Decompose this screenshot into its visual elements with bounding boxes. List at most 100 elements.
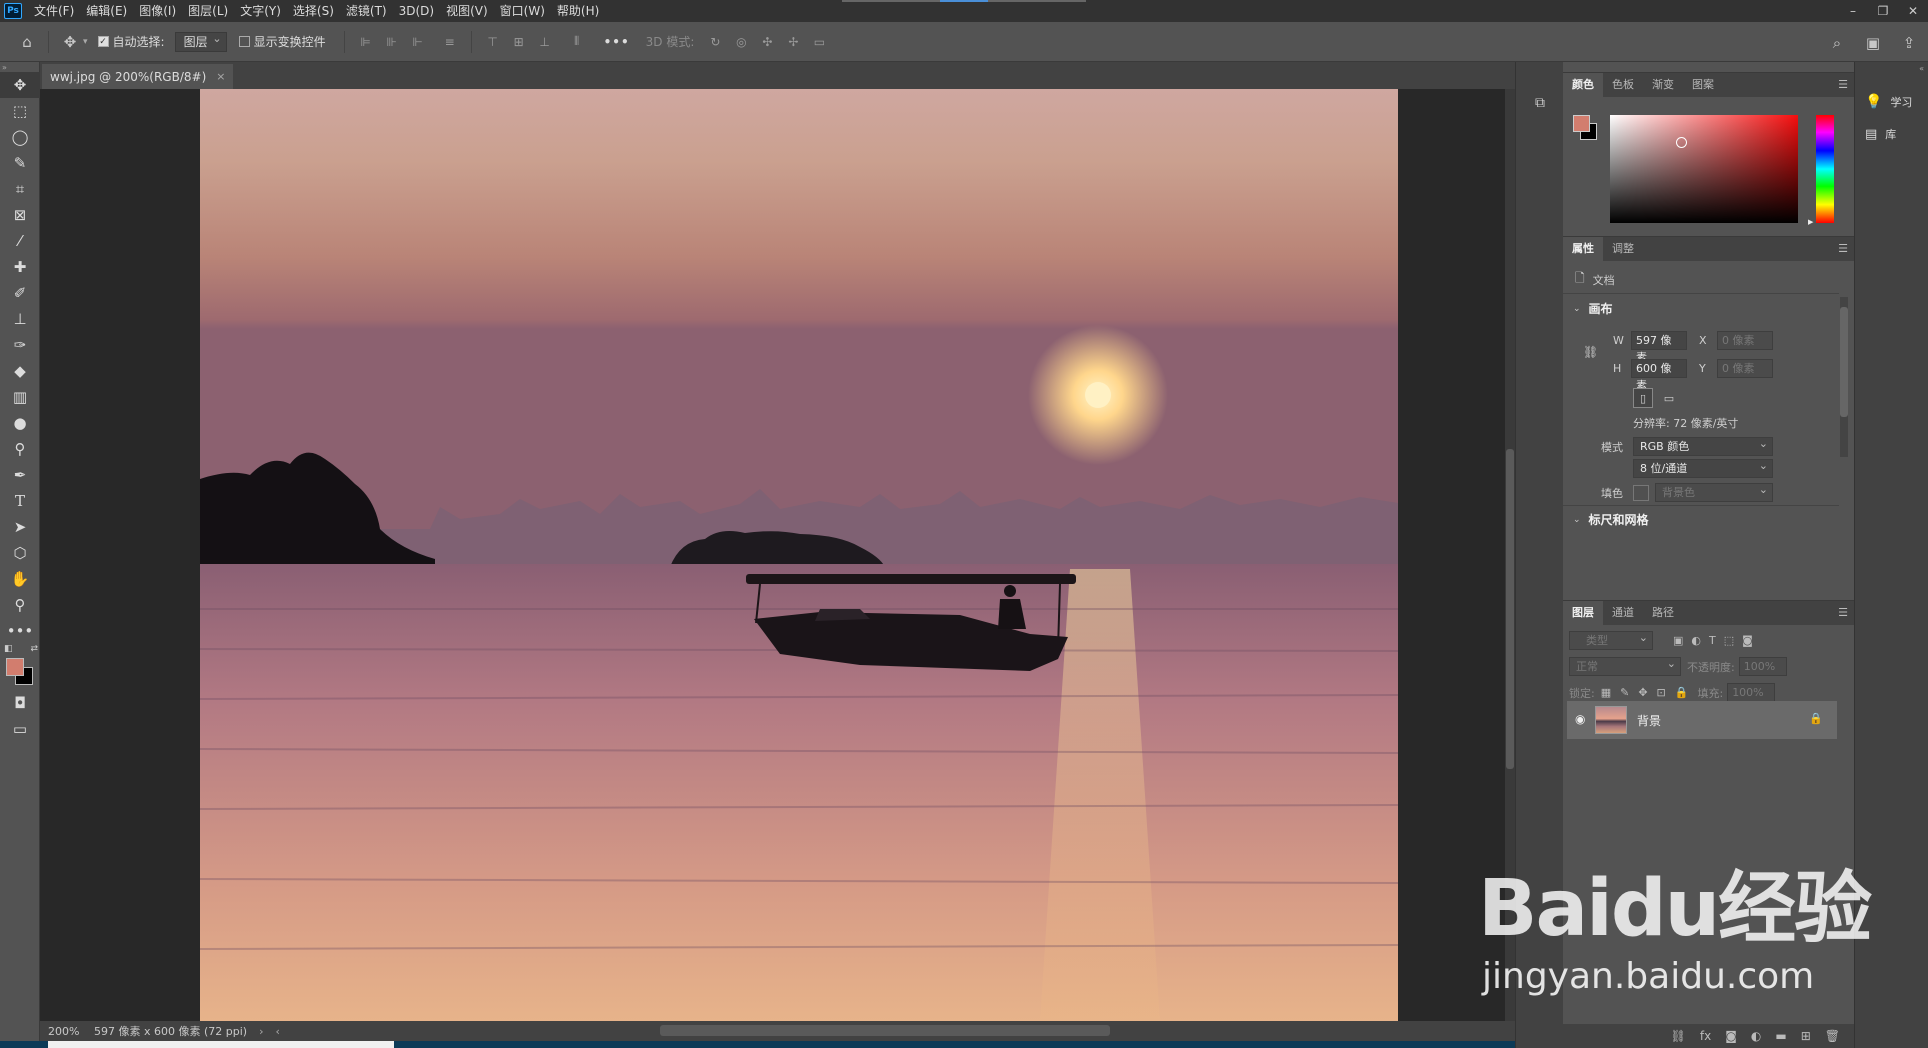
- hand-tool-icon[interactable]: ✋: [0, 566, 40, 592]
- swap-colors-icon[interactable]: ◧ ⇄: [4, 644, 38, 654]
- tab-properties[interactable]: 属性: [1563, 237, 1603, 261]
- eyedropper-tool-icon[interactable]: ⁄: [0, 228, 40, 254]
- align-middle-v-icon[interactable]: ⊞: [508, 31, 530, 53]
- hue-marker-icon[interactable]: ▶: [1808, 218, 1813, 226]
- zoom-level[interactable]: 200%: [40, 1025, 84, 1038]
- blend-mode-dropdown[interactable]: 正常: [1569, 655, 1681, 676]
- menu-view[interactable]: 视图(V): [440, 0, 494, 22]
- history-brush-tool-icon[interactable]: ✑: [0, 332, 40, 358]
- lock-icons[interactable]: ▦✎✥⊡🔒: [1601, 686, 1698, 699]
- gradient-tool-icon[interactable]: ▥: [0, 384, 40, 410]
- close-tab-icon[interactable]: ×: [216, 70, 225, 83]
- auto-select-target-dropdown[interactable]: 图层: [174, 30, 227, 52]
- x-field[interactable]: 0 像素: [1717, 331, 1773, 350]
- show-transform-checkbox[interactable]: [238, 36, 250, 47]
- layer-name[interactable]: 背景: [1637, 712, 1661, 729]
- healing-brush-tool-icon[interactable]: ✚: [0, 254, 40, 280]
- link-dimensions-icon[interactable]: ⛓: [1583, 345, 1598, 359]
- new-group-icon[interactable]: ▬: [1775, 1029, 1786, 1043]
- more-options-icon[interactable]: •••: [604, 35, 630, 49]
- roll-3d-icon[interactable]: ◎: [730, 31, 752, 53]
- blur-tool-icon[interactable]: ●: [0, 410, 40, 436]
- menu-window[interactable]: 窗口(W): [494, 0, 551, 22]
- new-layer-icon[interactable]: ⊞: [1801, 1029, 1811, 1043]
- align-bottom-icon[interactable]: ⊥: [534, 31, 556, 53]
- fill-color-swatch[interactable]: [1633, 484, 1649, 501]
- vertical-scroll-thumb[interactable]: [1506, 449, 1514, 769]
- share-icon[interactable]: ⇪: [1896, 30, 1922, 56]
- tab-paths[interactable]: 路径: [1643, 601, 1683, 625]
- lasso-tool-icon[interactable]: ◯: [0, 124, 40, 150]
- tab-layers[interactable]: 图层: [1563, 601, 1603, 625]
- landscape-icon[interactable]: ▭: [1659, 388, 1679, 408]
- tab-channels[interactable]: 通道: [1603, 601, 1643, 625]
- color-picker-cursor[interactable]: [1676, 137, 1687, 148]
- collapse-dock-icon[interactable]: «: [1855, 62, 1928, 86]
- canvas-area[interactable]: [40, 89, 1510, 1021]
- width-field[interactable]: 597 像素: [1631, 331, 1687, 364]
- collapse-toolbar-icon[interactable]: »: [2, 63, 7, 72]
- tab-adjustments[interactable]: 调整: [1603, 237, 1643, 261]
- edit-toolbar-icon[interactable]: •••: [0, 618, 40, 644]
- layer-filter-dropdown[interactable]: 类型: [1569, 629, 1653, 650]
- foreground-color-swatch[interactable]: [6, 658, 24, 676]
- fill-opacity-field[interactable]: 100%: [1727, 683, 1776, 702]
- add-mask-icon[interactable]: ◙: [1725, 1029, 1737, 1043]
- height-field[interactable]: 600 像素: [1631, 359, 1687, 392]
- menu-layer[interactable]: 图层(L): [182, 0, 234, 22]
- menu-select[interactable]: 选择(S): [287, 0, 340, 22]
- preset-chevron-down-icon[interactable]: ▾: [83, 37, 88, 47]
- properties-scrollbar[interactable]: [1840, 297, 1848, 457]
- status-arrow-icon[interactable]: ›: [259, 1025, 263, 1038]
- menu-edit[interactable]: 编辑(E): [80, 0, 133, 22]
- path-select-tool-icon[interactable]: ➤: [0, 514, 40, 540]
- search-icon[interactable]: ⌕: [1824, 30, 1850, 56]
- move-tool-icon[interactable]: ✥: [0, 72, 40, 98]
- history-panel-icon[interactable]: ⧉: [1516, 86, 1564, 120]
- menu-filter[interactable]: 滤镜(T): [340, 0, 393, 22]
- frame-tool-icon[interactable]: ⊠: [0, 202, 40, 228]
- dodge-tool-icon[interactable]: ⚲: [0, 436, 40, 462]
- clone-stamp-tool-icon[interactable]: ⊥: [0, 306, 40, 332]
- properties-scroll-thumb[interactable]: [1840, 307, 1848, 417]
- link-layers-icon[interactable]: ⛓: [1671, 1029, 1686, 1043]
- zoom-tool-icon[interactable]: ⚲: [0, 592, 40, 618]
- rulers-section-header[interactable]: ⌄ 标尺和网格: [1573, 511, 1649, 528]
- panel-menu-icon[interactable]: ☰: [1838, 78, 1848, 91]
- document-image[interactable]: [200, 89, 1398, 1021]
- opacity-field[interactable]: 100%: [1738, 657, 1787, 676]
- layer-row[interactable]: ◉ 背景 🔒: [1567, 701, 1837, 739]
- fx-icon[interactable]: fx: [1700, 1029, 1711, 1043]
- taskbar-item[interactable]: [48, 1041, 394, 1048]
- learn-panel-button[interactable]: 💡 学习: [1855, 86, 1928, 118]
- y-field[interactable]: 0 像素: [1717, 359, 1773, 378]
- menu-file[interactable]: 文件(F): [28, 0, 80, 22]
- color-picker-field[interactable]: [1610, 115, 1798, 223]
- screen-mode-icon[interactable]: ▭: [0, 716, 40, 742]
- horizontal-scroll-thumb[interactable]: [660, 1025, 1110, 1036]
- workspace-icon[interactable]: ▣: [1860, 30, 1886, 56]
- pen-tool-icon[interactable]: ✒: [0, 462, 40, 488]
- drag-3d-icon[interactable]: ✣: [756, 31, 778, 53]
- align-left-icon[interactable]: ⊫: [355, 31, 377, 53]
- panel-menu-icon[interactable]: ☰: [1838, 606, 1848, 619]
- quick-select-tool-icon[interactable]: ✎: [0, 150, 40, 176]
- type-tool-icon[interactable]: T: [0, 488, 40, 514]
- move-tool-preset-icon[interactable]: ✥: [57, 29, 83, 55]
- canvas-section-header[interactable]: ⌄ 画布: [1573, 300, 1613, 317]
- minimize-button[interactable]: –: [1838, 0, 1868, 22]
- restore-button[interactable]: ❐: [1868, 0, 1898, 22]
- align-center-h-icon[interactable]: ⊪: [381, 31, 403, 53]
- tab-patterns[interactable]: 图案: [1683, 73, 1723, 97]
- close-button[interactable]: ✕: [1898, 0, 1928, 22]
- layer-filter-icons[interactable]: ▣◐T⬚◙: [1673, 634, 1761, 647]
- scroll-left-icon[interactable]: ‹: [276, 1025, 280, 1038]
- mini-foreground-swatch[interactable]: [1573, 115, 1590, 132]
- portrait-icon[interactable]: ▯: [1633, 388, 1653, 408]
- distribute-v-icon[interactable]: ≡: [439, 31, 461, 53]
- mode-dropdown[interactable]: RGB 颜色: [1633, 435, 1773, 456]
- visibility-eye-icon[interactable]: ◉: [1575, 712, 1585, 726]
- quick-mask-icon[interactable]: ◘: [0, 690, 40, 716]
- orbit-3d-icon[interactable]: ↻: [704, 31, 726, 53]
- library-panel-button[interactable]: ▤ 库: [1855, 118, 1928, 150]
